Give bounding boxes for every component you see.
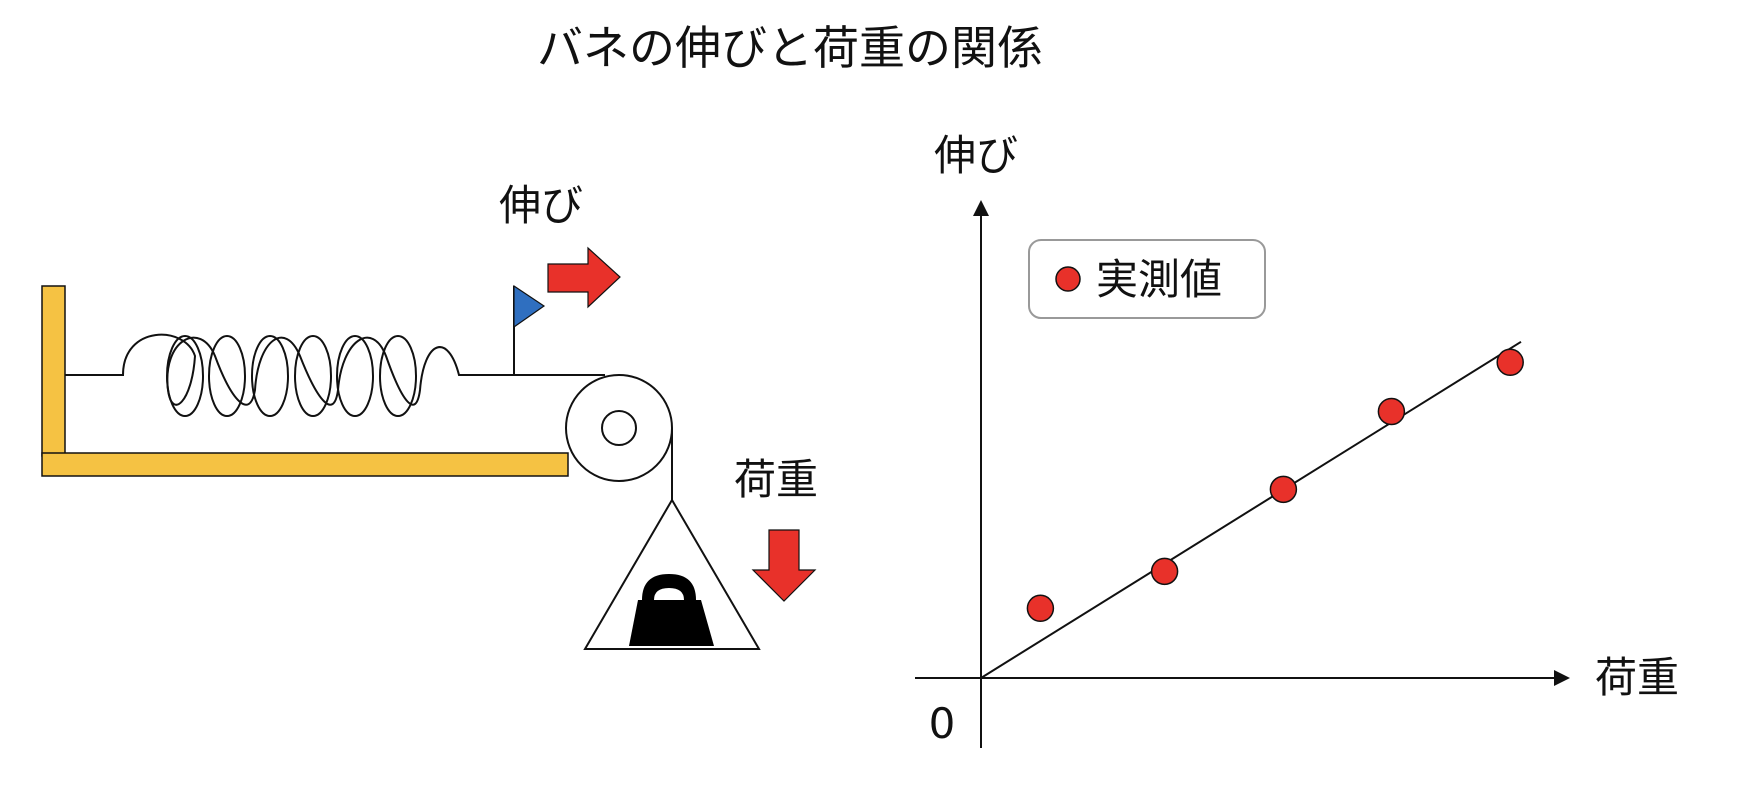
wall-post: [41, 285, 66, 457]
extension-label: 伸び: [499, 181, 583, 230]
flag-marker: [513, 284, 546, 329]
points-layer: [1026, 348, 1524, 623]
load-arrow-icon: [751, 529, 817, 602]
page-title: バネの伸びと荷重の関係: [537, 21, 1043, 75]
data-point-5: [1496, 348, 1524, 377]
data-point-3: [1269, 475, 1298, 504]
origin-label: 0: [929, 699, 956, 748]
pulley-axle: [601, 410, 637, 446]
diagram-canvas: バネの伸びと荷重の関係 伸び 荷重 荷重 伸び 0 実測値: [41, 21, 1679, 748]
legend-label: 実測値: [1096, 255, 1222, 304]
x-axis-label: 荷重: [1595, 653, 1679, 702]
fit-line: [980, 340, 1522, 679]
base-plate: [41, 452, 569, 477]
legend-marker: [1055, 266, 1081, 292]
data-point-2: [1150, 557, 1179, 586]
spring-apparatus: 伸び 荷重: [41, 181, 818, 650]
chart: 荷重 伸び 0 実測値: [915, 131, 1679, 748]
y-axis-label: 伸び: [934, 131, 1018, 180]
data-point-1: [1026, 594, 1055, 623]
extension-arrow-icon: [547, 246, 621, 309]
load-label: 荷重: [734, 455, 818, 504]
legend: 実測値: [1028, 239, 1266, 319]
data-point-4: [1377, 397, 1406, 426]
y-axis-arrowhead: [973, 200, 989, 216]
x-axis-arrowhead: [1554, 670, 1570, 686]
fit-line-layer: [980, 340, 1522, 679]
